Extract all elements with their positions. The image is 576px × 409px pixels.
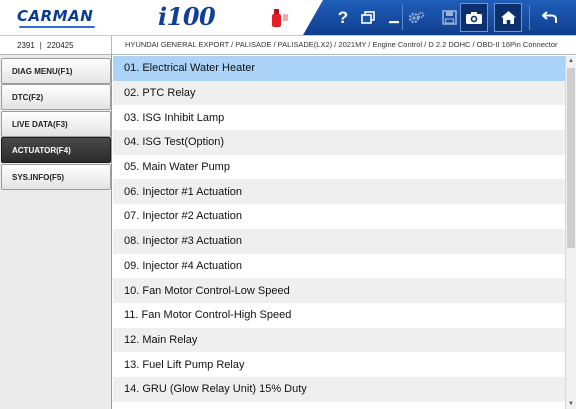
help-icon: ? — [337, 7, 349, 27]
list-item[interactable]: 02. PTC Relay — [113, 80, 565, 106]
camera-icon — [466, 11, 482, 24]
app-header: CARMAN i100 ? — [0, 0, 576, 36]
vehicle-info-bar: 2391 | 220425 HYUNDAI GENERAL EXPORT / P… — [0, 36, 576, 55]
window-icon — [361, 11, 375, 24]
list-item[interactable]: 05. Main Water Pump — [113, 154, 565, 180]
screenshot-button[interactable] — [460, 3, 488, 32]
scroll-thumb[interactable] — [567, 68, 575, 248]
list-item[interactable]: 10. Fan Motor Control-Low Speed — [113, 278, 565, 303]
list-item[interactable]: 08. Injector #3 Actuation — [113, 228, 565, 254]
list-item[interactable]: 12. Main Relay — [113, 327, 565, 353]
scroll-up-icon[interactable]: ▲ — [566, 56, 576, 66]
carman-logo: CARMAN — [17, 7, 96, 28]
menu-diag[interactable]: DIAG MENU(F1) — [1, 58, 111, 84]
settings-icon — [408, 11, 425, 23]
back-icon — [542, 11, 557, 23]
serial-date: 220425 — [46, 40, 74, 50]
list-scrollbar[interactable]: ▲ ▼ — [565, 56, 576, 409]
vehicle-path: HYUNDAI GENERAL EXPORT / PALISADE / PALI… — [125, 40, 558, 49]
model-logo: i100 — [158, 2, 216, 31]
save-icon — [441, 10, 457, 25]
menu-actuator[interactable]: ACTUATOR(F4) — [1, 137, 111, 163]
device-serial: 2391 | 220425 — [0, 36, 112, 54]
help-button[interactable]: ? — [330, 0, 356, 35]
list-item[interactable]: 09. Injector #4 Actuation — [113, 253, 565, 279]
back-button[interactable] — [537, 0, 563, 35]
window-button[interactable] — [355, 0, 381, 35]
toolbar: ? — [303, 0, 576, 35]
usb-connection-icon — [272, 9, 288, 27]
home-button[interactable] — [494, 3, 522, 32]
menu-sys-info[interactable]: SYS.INFO(F5) — [1, 164, 111, 190]
list-item[interactable]: 04. ISG Test(Option) — [113, 130, 565, 155]
list-item[interactable]: 03. ISG Inhibit Lamp — [113, 105, 565, 131]
list-item[interactable]: 01. Electrical Water Heater — [113, 56, 565, 81]
scroll-down-icon[interactable]: ▼ — [566, 399, 576, 409]
home-icon — [500, 11, 516, 24]
serial-number: 2391 — [17, 40, 35, 50]
save-button[interactable] — [436, 0, 462, 35]
serial-separator: | — [39, 40, 42, 50]
minimize-icon — [389, 20, 399, 23]
actuator-list: 01. Electrical Water Heater 02. PTC Rela… — [113, 56, 565, 409]
menu-live-data[interactable]: LIVE DATA(F3) — [1, 111, 111, 137]
list-item[interactable]: 14. GRU (Glow Relay Unit) 15% Duty — [113, 376, 565, 402]
side-menu: DIAG MENU(F1) DTC(F2) LIVE DATA(F3) ACTU… — [0, 55, 112, 409]
list-item[interactable]: 11. Fan Motor Control-High Speed — [113, 302, 565, 328]
menu-dtc[interactable]: DTC(F2) — [1, 84, 111, 110]
list-item[interactable]: 13. Fuel Lift Pump Relay — [113, 352, 565, 377]
toolbar-divider — [529, 5, 530, 30]
list-item[interactable]: 07. Injector #2 Actuation — [113, 204, 565, 229]
settings-button[interactable] — [403, 0, 429, 35]
list-item[interactable]: 06. Injector #1 Actuation — [113, 179, 565, 205]
